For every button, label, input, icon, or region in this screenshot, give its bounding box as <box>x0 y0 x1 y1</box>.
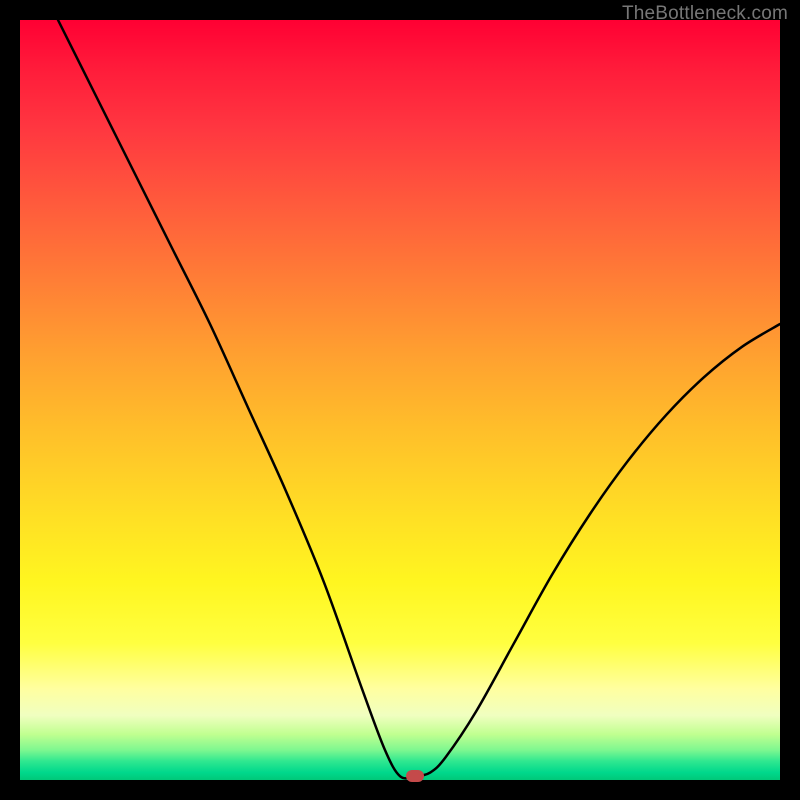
watermark-text: TheBottleneck.com <box>622 3 788 25</box>
plot-area <box>20 20 780 780</box>
bottleneck-marker <box>406 770 424 782</box>
chart-frame: TheBottleneck.com <box>0 0 800 800</box>
bottleneck-curve <box>20 20 780 780</box>
